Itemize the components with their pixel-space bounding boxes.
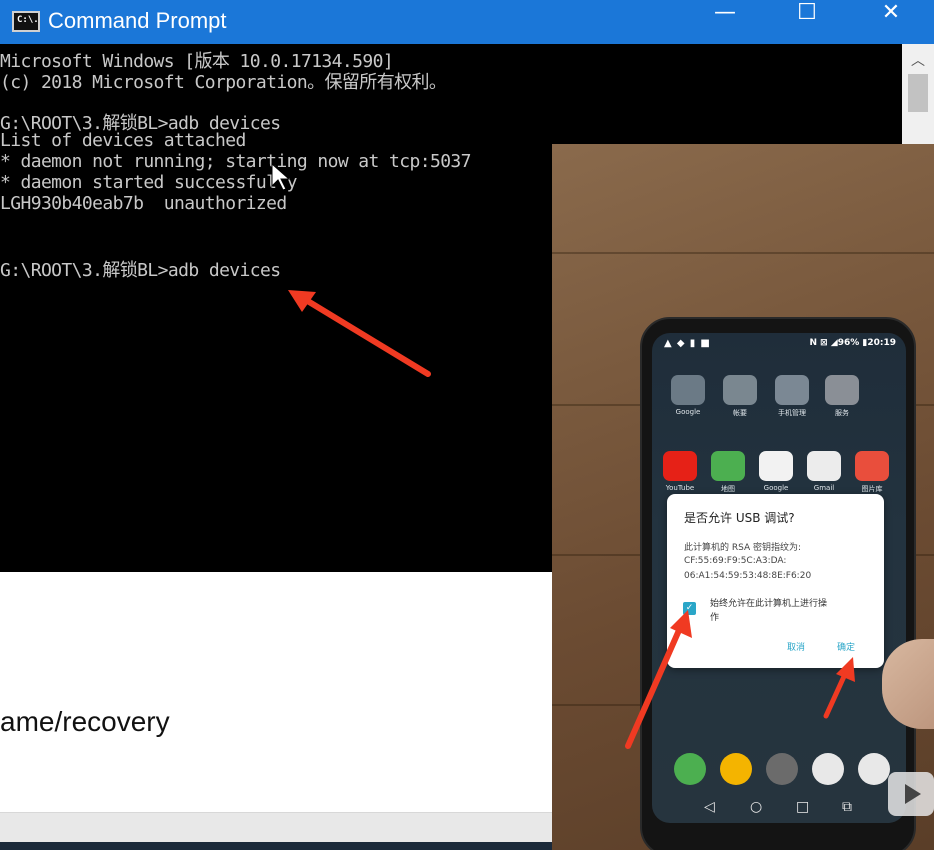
app-folder-phone-manager[interactable]: 手机管理 [770,375,814,418]
console-line: * daemon not running; starting now at tc… [0,151,472,172]
app-label: Google [675,408,701,416]
status-icons-right: N ⊠ ◢96% ▮20:19 [809,338,896,348]
cmd-app-icon-label: C:\. [17,15,39,25]
usb-debug-dialog: 是否允许 USB 调试? 此计算机的 RSA 密钥指纹为: CF:55:69:F… [667,494,884,668]
app-folder-google[interactable]: Google [666,375,710,416]
always-allow-checkbox[interactable]: ✓ [683,602,696,615]
folder-icon [671,375,705,405]
console-prompt-line: G:\ROOT\3.解锁BL>adb devices [0,260,281,281]
close-button[interactable]: ✕ [856,0,926,44]
console-line: (c) 2018 Microsoft Corporation。保留所有权利。 [0,72,447,93]
cancel-button[interactable]: 取消 [787,640,805,653]
app-label: Google [763,484,789,492]
folder-icon [775,375,809,405]
play-icon[interactable] [888,772,934,816]
background-document: ame/recovery [0,572,552,850]
phone-nav-bar: ◁ ○ □ ⧉ [652,795,906,823]
dialog-title: 是否允许 USB 调试? [684,511,795,525]
app-label: YouTube [665,484,695,492]
back-icon[interactable]: ◁ [704,799,715,815]
camera-icon[interactable] [766,753,798,785]
minimize-button[interactable]: — [690,0,760,44]
window-title: Command Prompt [48,8,227,33]
messages-icon[interactable] [720,753,752,785]
scroll-thumb[interactable] [908,74,928,112]
console-line: List of devices attached [0,130,246,151]
document-toolbar [0,812,552,842]
app-label: 服务 [835,409,849,417]
gmail-icon [807,451,841,481]
console-line: * daemon started successfully [0,172,297,193]
video-overlay[interactable]: ▲ ◆ ▮ ■ N ⊠ ◢96% ▮20:19 Google 帐要 手机管理 服… [552,144,934,850]
app-gallery[interactable]: 图片库 [850,451,894,494]
switch-icon[interactable]: ⧉ [842,799,852,815]
app-google[interactable]: Google [754,451,798,492]
maps-icon [711,451,745,481]
dialog-body-line: 06:A1:54:59:53:48:8E:F6:20 [684,571,812,581]
status-icons-left: ▲ ◆ ▮ ■ [664,338,711,349]
phone-dialer-icon[interactable] [674,753,706,785]
home-icon[interactable]: ○ [750,799,762,815]
title-bar[interactable]: C:\. Command Prompt — ☐ ✕ [0,0,934,44]
app-maps[interactable]: 地图 [706,451,750,494]
google-icon [759,451,793,481]
recent-apps-icon[interactable]: □ [796,799,809,815]
chrome-icon[interactable] [858,753,890,785]
app-folder-2[interactable]: 帐要 [718,375,762,418]
app-label: 地图 [721,485,735,493]
document-text: ame/recovery [0,706,170,737]
dialog-body-line: CF:55:69:F9:5C:A3:DA: [684,556,787,566]
app-label: 手机管理 [778,409,806,417]
scroll-up-arrow-icon[interactable]: ︿ [902,50,934,70]
phone-status-bar: ▲ ◆ ▮ ■ N ⊠ ◢96% ▮20:19 [652,333,906,355]
app-label: 帐要 [733,409,747,417]
checkbox-label: 作 [710,613,720,623]
app-youtube[interactable]: YouTube [658,451,702,492]
vertical-scrollbar[interactable]: ︿ [902,44,934,144]
taskbar-edge [0,842,552,850]
folder-icon [723,375,757,405]
checkbox-label: 始终允许在此计算机上进行操 [710,599,828,609]
console-line: LGH930b40eab7b unauthorized [0,193,287,214]
gallery-icon [855,451,889,481]
dialog-body-line: 此计算机的 RSA 密钥指纹为: [684,543,802,553]
ok-button[interactable]: 确定 [837,640,855,653]
wood-plank-line [552,252,934,254]
app-folder-services[interactable]: 服务 [820,375,864,418]
app-label: Gmail [813,484,835,492]
cmd-app-icon[interactable]: C:\. [12,11,40,32]
app-gmail[interactable]: Gmail [802,451,846,492]
folder-icon [825,375,859,405]
youtube-icon [663,451,697,481]
maximize-button[interactable]: ☐ [772,0,842,44]
play-store-icon[interactable] [812,753,844,785]
app-label: 图片库 [861,485,883,493]
